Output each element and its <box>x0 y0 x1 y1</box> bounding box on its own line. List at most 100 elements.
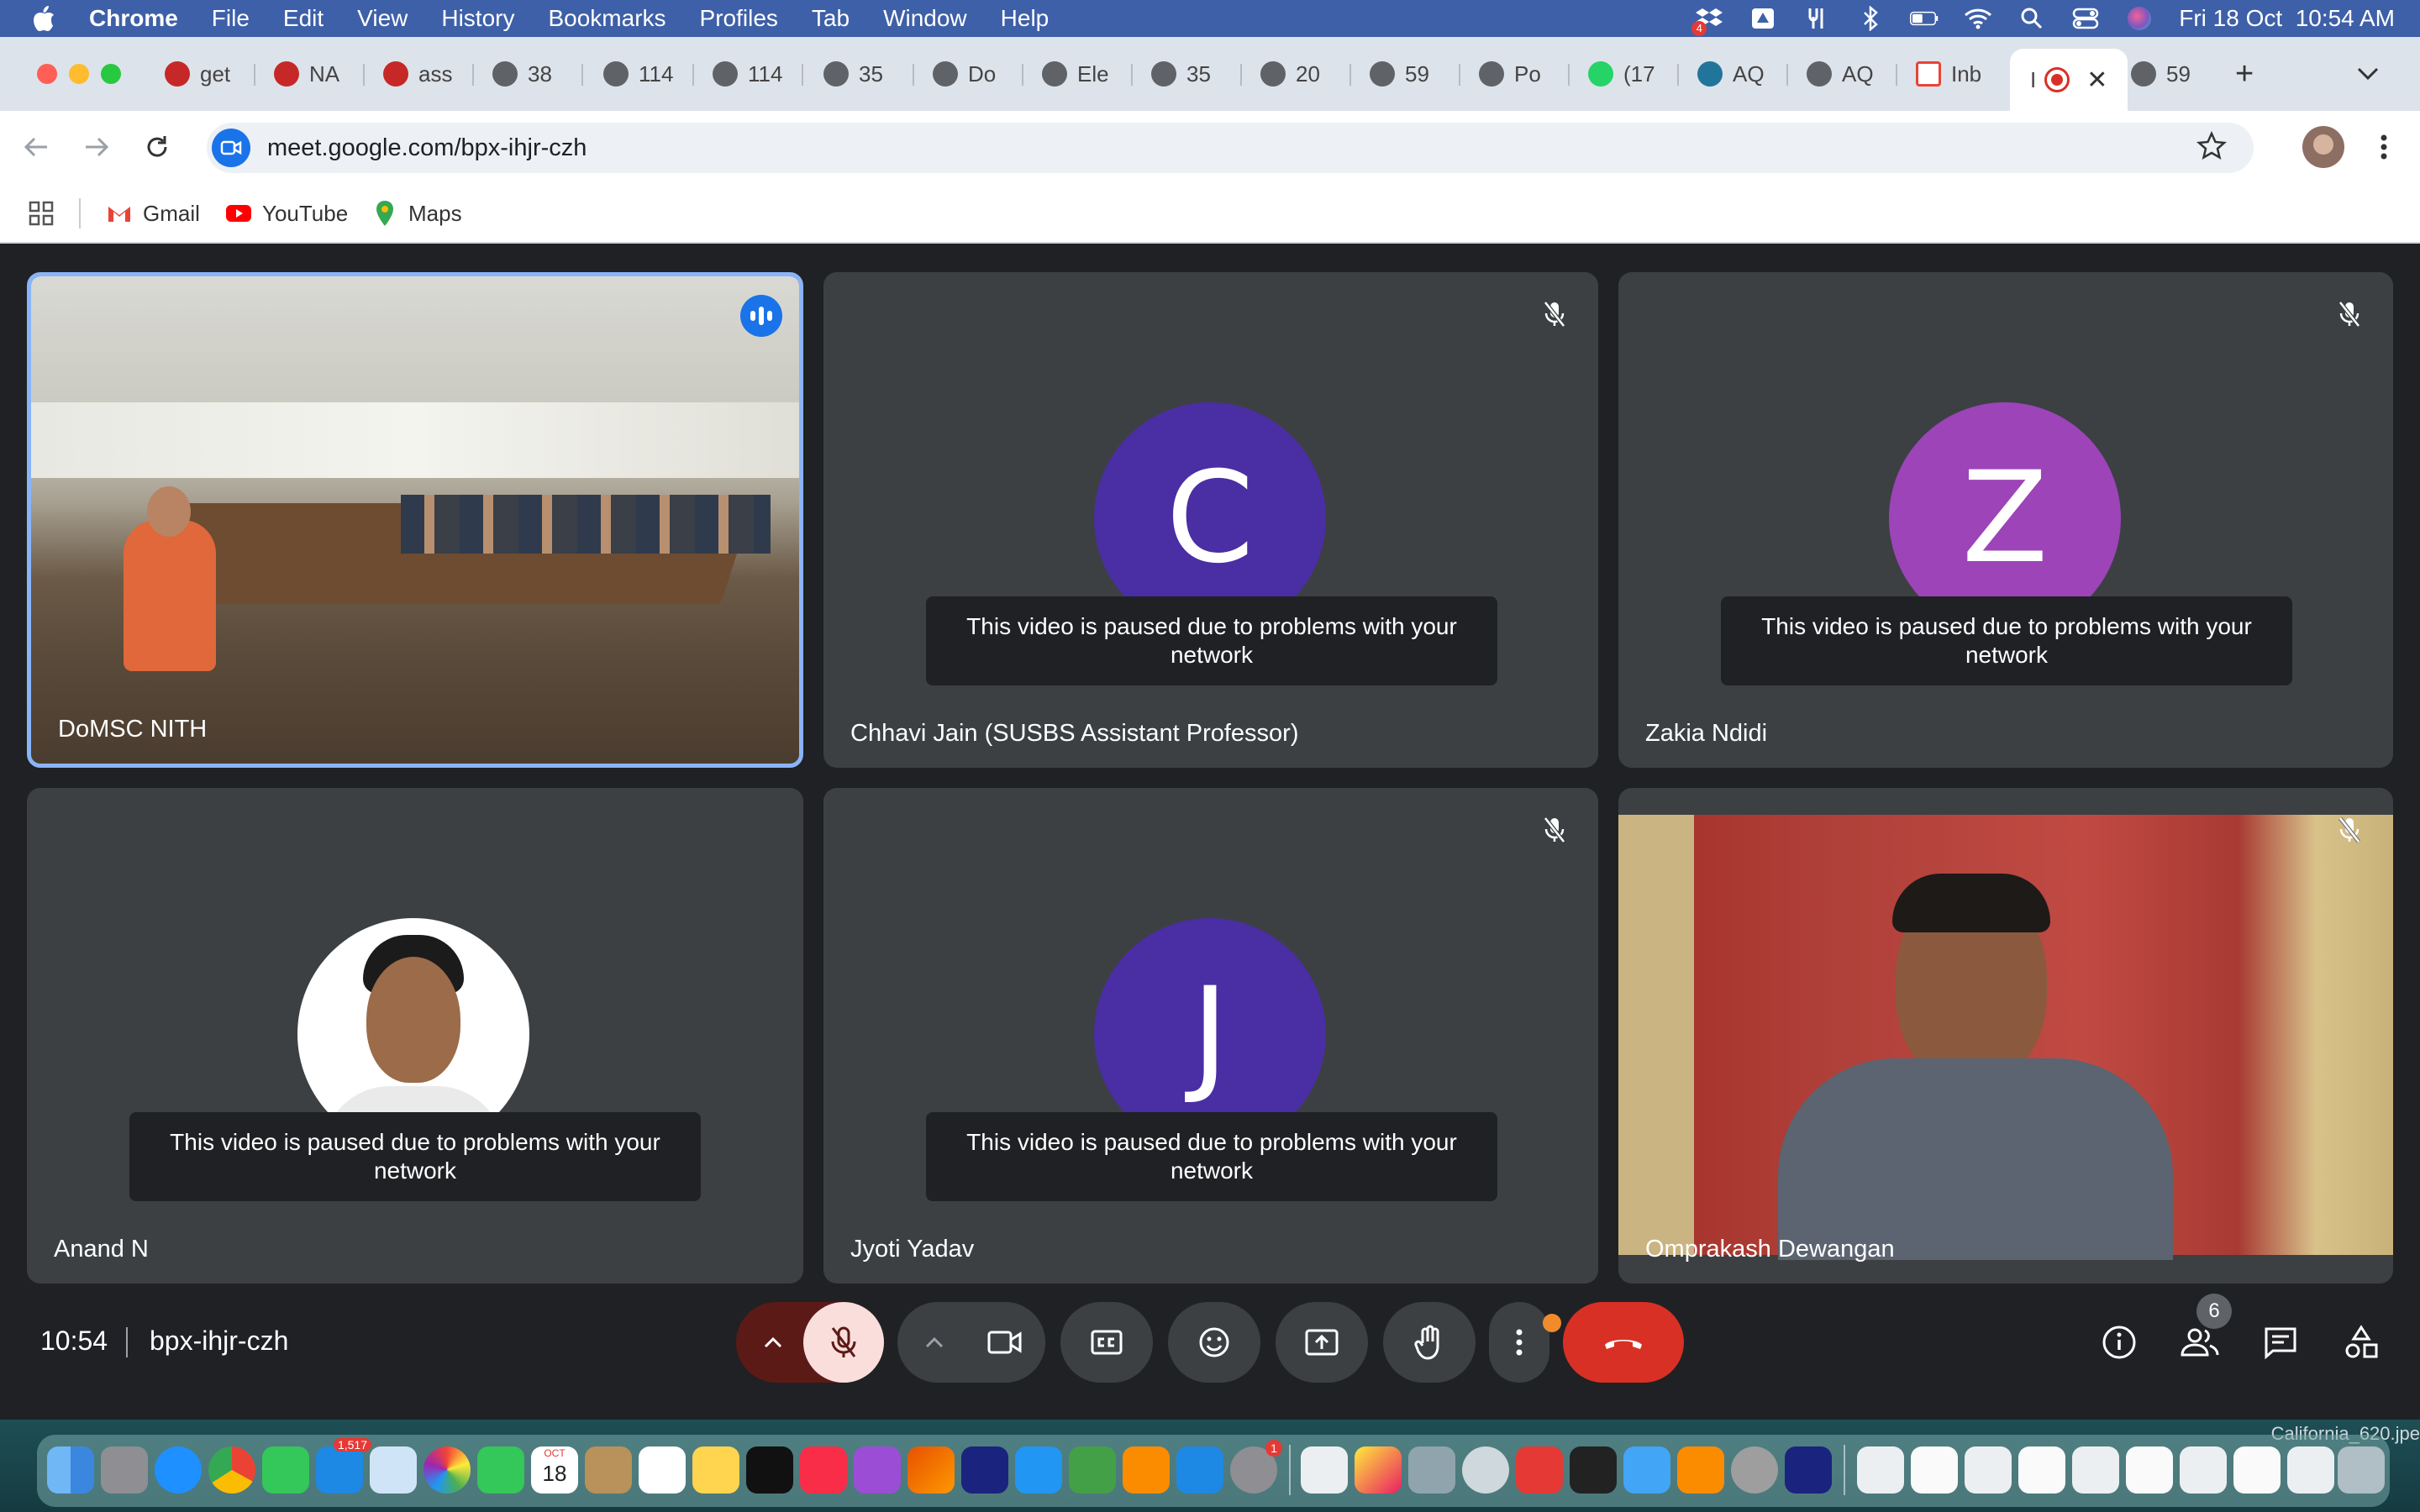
tab-item[interactable]: (17 <box>1588 55 1655 92</box>
tab-item[interactable]: 59 <box>2131 55 2191 92</box>
spotlight-search-icon[interactable] <box>2018 6 2046 31</box>
tab-item[interactable]: AQ <box>1697 55 1765 92</box>
back-button[interactable] <box>17 128 55 166</box>
tab-item[interactable]: Do <box>933 55 996 92</box>
trash-icon[interactable] <box>2338 1446 2385 1494</box>
bookmark-star-icon[interactable] <box>2196 130 2228 165</box>
url-text[interactable]: meet.google.com/bpx-ihjr-czh <box>267 134 587 162</box>
calendar-icon[interactable]: OCT 18 <box>531 1446 578 1494</box>
messages-icon[interactable] <box>262 1446 309 1494</box>
tab-item-active[interactable]: I ✕ <box>2010 49 2128 111</box>
document-thumbnail-icon[interactable] <box>2180 1446 2227 1494</box>
xcode-icon[interactable] <box>1623 1446 1670 1494</box>
matlab-icon[interactable] <box>908 1446 955 1494</box>
leave-call-button[interactable] <box>1563 1302 1684 1383</box>
microphone-toggle-button[interactable] <box>803 1302 884 1383</box>
tab-item[interactable]: 114 <box>713 55 782 92</box>
reminders-icon[interactable] <box>639 1446 686 1494</box>
participant-tile[interactable]: Omprakash Dewangan <box>1618 788 2393 1284</box>
maps-icon[interactable] <box>370 1446 417 1494</box>
texshop-icon[interactable] <box>961 1446 1008 1494</box>
present-screen-button[interactable] <box>1276 1302 1368 1383</box>
apple-tv-icon[interactable] <box>746 1446 793 1494</box>
menu-view[interactable]: View <box>357 5 408 32</box>
menu-edit[interactable]: Edit <box>283 5 324 32</box>
document-thumbnail-icon[interactable] <box>2018 1446 2065 1494</box>
preview-icon[interactable] <box>1355 1446 1402 1494</box>
document-thumbnail-icon[interactable] <box>2126 1446 2173 1494</box>
chat-button[interactable] <box>2255 1317 2306 1368</box>
participant-tile[interactable]: J This video is paused due to problems w… <box>823 788 1598 1284</box>
books-icon[interactable] <box>1677 1446 1724 1494</box>
document-thumbnail-icon[interactable] <box>1857 1446 1904 1494</box>
participant-tile[interactable]: Z This video is paused due to problems w… <box>1618 272 2393 768</box>
apple-logo-icon[interactable] <box>32 5 55 32</box>
pages-icon[interactable] <box>1123 1446 1170 1494</box>
tab-item[interactable]: 20 <box>1260 55 1320 92</box>
texshop-2-icon[interactable] <box>1785 1446 1832 1494</box>
new-tab-button[interactable]: + <box>2235 55 2254 92</box>
address-bar[interactable]: meet.google.com/bpx-ihjr-czh <box>207 123 2254 173</box>
document-thumbnail-icon[interactable] <box>2072 1446 2119 1494</box>
menubar-clock[interactable]: Fri 18 Oct 10:54 AM <box>2179 5 2395 32</box>
menu-help[interactable]: Help <box>1001 5 1050 32</box>
mail-icon[interactable]: 1,517 <box>316 1438 371 1494</box>
battery-icon[interactable] <box>1910 6 1939 31</box>
close-tab-icon[interactable]: ✕ <box>2086 66 2107 95</box>
music-icon[interactable] <box>800 1446 847 1494</box>
menu-tab[interactable]: Tab <box>812 5 850 32</box>
tab-item[interactable]: get <box>165 55 230 92</box>
meeting-details-button[interactable] <box>2094 1317 2144 1368</box>
maximize-window-button[interactable] <box>101 64 121 84</box>
audio-fork-icon[interactable] <box>1802 6 1831 31</box>
tab-item[interactable]: AQ <box>1807 55 1874 92</box>
facetime-icon[interactable] <box>477 1446 524 1494</box>
tab-item[interactable]: 114 <box>603 55 673 92</box>
safari-icon[interactable] <box>155 1446 202 1494</box>
camera-toggle-button[interactable] <box>965 1302 1045 1383</box>
latexit-icon[interactable] <box>1462 1446 1509 1494</box>
participant-tile[interactable]: This video is paused due to problems wit… <box>27 788 803 1284</box>
siri-icon[interactable] <box>2125 6 2154 31</box>
tab-item[interactable]: 35 <box>823 55 883 92</box>
participant-tile[interactable]: C This video is paused due to problems w… <box>823 272 1598 768</box>
raise-hand-button[interactable] <box>1383 1302 1476 1383</box>
tab-item[interactable]: 35 <box>1151 55 1211 92</box>
tab-item[interactable]: Po <box>1479 55 1541 92</box>
tab-item[interactable]: 38 <box>492 55 552 92</box>
captions-button[interactable] <box>1060 1302 1153 1383</box>
finder-icon[interactable] <box>47 1446 94 1494</box>
menu-window[interactable]: Window <box>883 5 967 32</box>
bookmark-youtube[interactable]: YouTube <box>225 197 348 230</box>
chrome-menu-icon[interactable] <box>2365 128 2403 166</box>
anydesk-icon[interactable] <box>1516 1446 1563 1494</box>
dropbox-icon[interactable]: 4 <box>1691 6 1723 36</box>
wifi-icon[interactable] <box>1964 6 1992 31</box>
reload-button[interactable] <box>138 128 176 166</box>
more-options-button[interactable] <box>1489 1302 1549 1383</box>
document-thumbnail-icon[interactable] <box>2287 1446 2334 1494</box>
document-thumbnail-icon[interactable] <box>2233 1446 2281 1494</box>
drive-icon[interactable] <box>1749 6 1777 31</box>
forward-button[interactable] <box>77 128 116 166</box>
keynote-icon[interactable] <box>1015 1446 1062 1494</box>
document-thumbnail-icon[interactable] <box>1965 1446 2012 1494</box>
script-editor-icon[interactable] <box>1301 1446 1348 1494</box>
menu-profiles[interactable]: Profiles <box>700 5 778 32</box>
notes-icon[interactable] <box>692 1446 739 1494</box>
app-store-icon[interactable] <box>1176 1446 1223 1494</box>
control-center-icon[interactable] <box>2071 6 2100 31</box>
menu-history[interactable]: History <box>441 5 514 32</box>
activities-button[interactable] <box>2336 1317 2386 1368</box>
bluetooth-icon[interactable] <box>1856 6 1885 31</box>
menu-file[interactable]: File <box>212 5 250 32</box>
reactions-button[interactable] <box>1168 1302 1260 1383</box>
participant-tile[interactable]: DoMSC NITH <box>27 272 803 768</box>
chrome-icon[interactable] <box>208 1446 255 1494</box>
menu-app-name[interactable]: Chrome <box>89 5 178 32</box>
launchpad-icon[interactable] <box>101 1446 148 1494</box>
system-settings-icon[interactable]: 1 <box>1230 1440 1282 1494</box>
activity-monitor-icon[interactable] <box>1570 1446 1617 1494</box>
tab-search-chevron-icon[interactable] <box>2356 55 2380 92</box>
minimize-window-button[interactable] <box>69 64 89 84</box>
